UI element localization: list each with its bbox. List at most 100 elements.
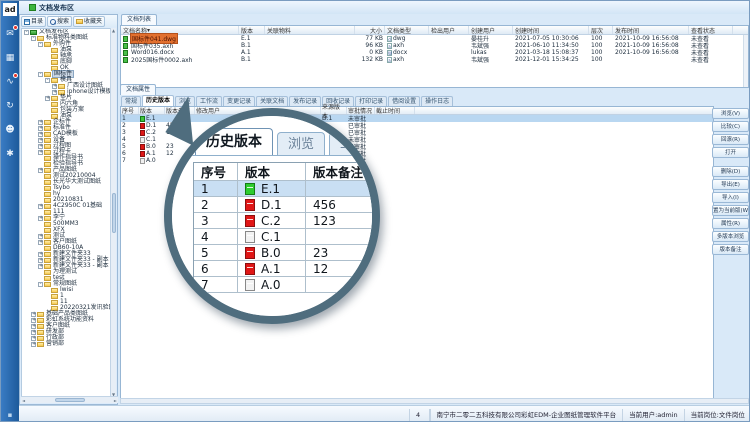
activity-icon[interactable]: ∿ — [1, 75, 19, 89]
users-icon[interactable]: ☻ — [1, 123, 19, 137]
action-button[interactable]: 浏览(V) — [712, 108, 749, 119]
expander-icon[interactable]: + — [31, 336, 36, 341]
action-button[interactable]: 删除(D) — [712, 166, 749, 177]
expander-icon[interactable]: + — [38, 264, 43, 269]
column-header[interactable]: 关联物料 — [265, 26, 355, 34]
doc-list-scrollbar[interactable] — [743, 35, 748, 87]
folder-icon — [44, 192, 51, 197]
search-button[interactable]: 搜索 — [47, 16, 72, 27]
expander-icon[interactable]: - — [45, 78, 50, 83]
column-header[interactable]: 查看状态 — [689, 26, 733, 34]
page-title: 文档发布区 — [39, 3, 74, 13]
column-header[interactable]: 发布时间 — [613, 26, 689, 34]
expander-icon[interactable]: + — [52, 90, 57, 95]
version-doc-icon — [140, 158, 145, 164]
sync-icon[interactable]: ↻ — [1, 99, 19, 113]
expander-icon[interactable]: - — [38, 72, 43, 77]
action-button[interactable]: 导出(E) — [712, 179, 749, 190]
expander-icon[interactable]: + — [38, 168, 43, 173]
action-button[interactable]: 回滚(R) — [712, 134, 749, 145]
expander-icon[interactable]: + — [38, 234, 43, 239]
magnified-version-table: 序号 版本 版本备注 1 E.1 — [193, 162, 372, 293]
expander-icon[interactable]: + — [31, 312, 36, 317]
action-button[interactable]: 多版本浏览 — [712, 231, 749, 242]
doc-status-icon — [123, 57, 128, 63]
version-doc-icon — [140, 116, 145, 122]
file-type-icon: W — [387, 50, 392, 56]
tree-horizontal-scrollbar[interactable]: ◄ ► — [21, 396, 118, 403]
expander-icon[interactable]: + — [52, 84, 57, 89]
expander-icon[interactable]: + — [38, 216, 43, 221]
expander-icon[interactable]: - — [31, 36, 36, 41]
column-header[interactable]: 层次 — [589, 26, 613, 34]
properties-tab[interactable]: 借阅设置 — [388, 96, 420, 106]
expander-icon[interactable]: + — [38, 138, 43, 143]
expander-icon[interactable]: + — [31, 318, 36, 323]
expander-icon[interactable]: - — [24, 30, 29, 35]
expander-icon[interactable]: + — [38, 204, 43, 209]
drive-icon[interactable]: ▦ — [1, 51, 19, 65]
expander-icon[interactable]: + — [38, 144, 43, 149]
expander-icon[interactable]: - — [38, 42, 43, 47]
expander-icon[interactable]: + — [45, 96, 50, 101]
scroll-up-icon[interactable]: ▲ — [112, 28, 115, 33]
action-button[interactable]: 打开 — [712, 147, 749, 158]
main-horizontal-scrollbar[interactable] — [120, 398, 749, 404]
tab-doc-properties[interactable]: 文档属性 — [120, 84, 156, 95]
expander-icon[interactable]: + — [38, 252, 43, 257]
properties-tab[interactable]: 变更记录 — [223, 96, 255, 106]
expander-icon[interactable]: + — [38, 240, 43, 245]
scroll-left-icon[interactable]: ◄ — [22, 398, 25, 403]
expander-icon[interactable]: + — [38, 150, 43, 155]
properties-tab[interactable]: 常规 — [121, 96, 141, 106]
favorites-button[interactable]: 收藏夹 — [73, 16, 105, 27]
properties-tab[interactable]: 操作日志 — [421, 96, 453, 106]
expander-icon[interactable]: + — [38, 120, 43, 125]
expander-icon[interactable]: + — [31, 330, 36, 335]
expander-icon[interactable]: + — [31, 342, 36, 347]
doc-row[interactable]: 国标件035.axh B.1 96 KB a axh 韦斌强 2021-06-1… — [121, 42, 748, 49]
tree-item[interactable]: + 营销部 — [22, 341, 111, 347]
action-button[interactable]: 置为当前版(W) — [712, 205, 749, 216]
column-header[interactable]: 大小 — [355, 26, 385, 34]
version-row[interactable]: 1 E.1 D.1 未审批 — [121, 115, 713, 122]
rail-footer-icon[interactable]: ▪ — [1, 411, 19, 419]
column-header[interactable]: 创建用户 — [469, 26, 513, 34]
column-header[interactable]: 创建时间 — [513, 26, 589, 34]
current-post-label: 当前岗位:文件岗位 — [684, 409, 745, 421]
action-button[interactable]: 版本备注 — [712, 244, 749, 255]
expander-icon[interactable]: + — [38, 258, 43, 263]
expander-icon[interactable]: + — [31, 324, 36, 329]
tree-vertical-scrollbar[interactable]: ▲ ▼ — [110, 28, 116, 397]
properties-tab[interactable]: 关联文档 — [256, 96, 288, 106]
expander-icon[interactable]: + — [38, 126, 43, 131]
action-button[interactable]: 导入(I) — [712, 192, 749, 203]
properties-tab[interactable]: 打印记录 — [355, 96, 387, 106]
action-button[interactable]: 属性(R) — [712, 218, 749, 229]
magnified-tab-browse: 浏览 — [277, 132, 325, 155]
properties-tab[interactable]: 历史版本 — [142, 95, 174, 106]
tab-doc-list[interactable]: 文档列表 — [121, 14, 157, 25]
folder-icon — [44, 180, 51, 185]
column-header[interactable]: 检出用户 — [429, 26, 469, 34]
doc-name[interactable]: 2025国标件0002.axh — [130, 55, 193, 64]
expander-icon[interactable]: - — [38, 282, 43, 287]
scroll-thumb[interactable] — [112, 193, 116, 233]
doc-row[interactable]: 2025国标件0002.axh B.1 132 KB a axh 韦斌强 202… — [121, 56, 748, 63]
expander-icon[interactable]: + — [38, 132, 43, 137]
chat-icon[interactable]: ✉ — [1, 27, 19, 41]
scroll-right-icon[interactable]: ► — [114, 398, 117, 403]
column-header[interactable]: 版本 — [239, 26, 265, 34]
properties-tab[interactable]: 发布记录 — [289, 96, 321, 106]
folder-icon — [37, 330, 44, 335]
action-button[interactable]: 比较(C) — [712, 121, 749, 132]
folder-icon — [44, 150, 51, 155]
version-doc-icon — [140, 151, 145, 157]
scroll-thumb[interactable] — [55, 398, 85, 402]
column-header[interactable]: 文档类型 — [385, 26, 429, 34]
column-header: 版本 — [238, 163, 306, 180]
folder-icon — [37, 318, 44, 323]
catalog-button[interactable]: 目录 — [21, 16, 46, 27]
gear-icon[interactable]: ✱ — [1, 147, 19, 161]
current-user-label: 当前用户:admin — [622, 409, 678, 421]
